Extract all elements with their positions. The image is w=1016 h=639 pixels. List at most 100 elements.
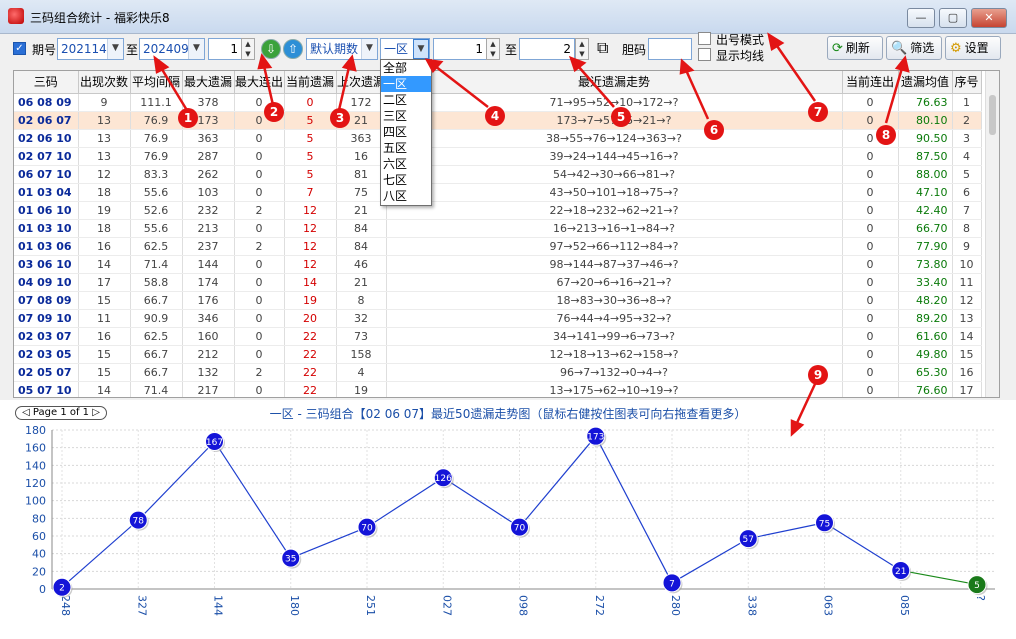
period-checkbox[interactable]: ✓ xyxy=(13,42,26,55)
table-row[interactable]: 07 09 10 11 90.9 346 0 20 32 76→44→4→95→32→? 0 89… xyxy=(14,309,982,328)
table-cell: 38→55→76→124→363→? xyxy=(386,129,843,148)
data-label: 21 xyxy=(895,567,906,577)
table-cell: 13 xyxy=(78,111,131,130)
copy-icon[interactable]: ⧉ xyxy=(597,39,617,59)
show-avg-checkbox[interactable] xyxy=(698,48,711,61)
range-from-input[interactable]: 1 xyxy=(433,38,487,60)
column-header[interactable]: 三码 xyxy=(14,71,79,94)
annotation-badge-4: 4 xyxy=(485,106,505,126)
dropdown-option[interactable]: 一区 xyxy=(381,76,431,92)
column-header[interactable]: 出现次数 xyxy=(78,71,131,94)
default-periods-select[interactable]: 默认期数 ▼ xyxy=(306,38,378,60)
dropdown-option[interactable]: 七区 xyxy=(381,172,431,188)
down-arrow-icon[interactable]: ⇩ xyxy=(261,39,281,59)
table-cell: 4 xyxy=(952,147,982,166)
chevron-down-icon[interactable]: ▼ xyxy=(361,39,377,59)
range-to-spinner[interactable]: ▲ ▼ xyxy=(575,38,589,60)
table-row[interactable]: 02 03 05 15 66.7 212 0 22 158 12→18→13→62→158→?… xyxy=(14,345,982,364)
table-cell: 84 xyxy=(336,219,387,238)
table-cell: 90.9 xyxy=(130,309,183,328)
table-cell: 0 xyxy=(842,165,899,184)
dropdown-option[interactable]: 全部 xyxy=(381,60,431,76)
table-cell: 5 xyxy=(952,165,982,184)
table-row[interactable]: 07 08 09 15 66.7 176 0 19 8 18→83→30→36→8→? 0 48.… xyxy=(14,291,982,310)
stats-table[interactable]: 三码 出现次数 平均间隔 最大遗漏 最大连出 当前遗漏 上次遗漏 最近遗漏走势 当前连出 遗漏均值… xyxy=(13,70,1000,398)
column-header[interactable]: 平均间隔 xyxy=(130,71,183,94)
table-cell: 0 xyxy=(234,129,285,148)
table-row[interactable]: 04 09 10 17 58.8 174 0 14 21 67→20→6→16→21→? 0 33… xyxy=(14,273,982,292)
table-cell: 73.80 xyxy=(898,255,953,274)
table-cell: 6 xyxy=(952,183,982,202)
table-cell: 0 xyxy=(842,237,899,256)
table-row[interactable]: 01 03 04 18 55.6 103 0 7 75 43→50→101→18→75→? 0 4… xyxy=(14,183,982,202)
table-row[interactable]: 02 03 07 16 62.5 160 0 22 73 34→141→99→6→73→? 0 6… xyxy=(14,327,982,346)
chevron-down-icon[interactable]: ▼ xyxy=(188,39,204,59)
range-to-input[interactable]: 2 xyxy=(519,38,575,60)
draw-mode-checkbox[interactable] xyxy=(698,32,711,45)
table-cell: 02 05 07 xyxy=(14,363,79,382)
dropdown-option[interactable]: 四区 xyxy=(381,124,431,140)
table-body: 06 08 09 9 111.1 378 0 0 172 71→95→52→10→172→? 0… xyxy=(14,93,982,397)
column-header[interactable]: 遗漏均值 xyxy=(898,71,953,94)
table-row[interactable]: 05 07 10 14 71.4 217 0 22 19 13→175→62→10→19→? 0… xyxy=(14,381,982,397)
column-header[interactable]: 最近遗漏走势 xyxy=(386,71,843,94)
table-cell: 76→44→4→95→32→? xyxy=(386,309,843,328)
step-input[interactable]: 1 xyxy=(208,38,242,60)
table-cell: 111.1 xyxy=(130,93,183,112)
table-cell: 81 xyxy=(336,165,387,184)
dropdown-option[interactable]: 二区 xyxy=(381,92,431,108)
chevron-down-icon[interactable]: ▼ xyxy=(107,39,123,59)
dropdown-option[interactable]: 三区 xyxy=(381,108,431,124)
filter-button[interactable]: 🔍 筛选 xyxy=(886,36,942,60)
table-cell: 103 xyxy=(182,183,235,202)
period-from-select[interactable]: 2021144 ▼ xyxy=(57,38,124,60)
column-header[interactable]: 序号 xyxy=(952,71,982,94)
table-cell: 42.40 xyxy=(898,201,953,220)
refresh-icon: ⟳ xyxy=(832,41,843,56)
minimize-button[interactable]: — xyxy=(907,8,935,28)
x-tick-label: ? xyxy=(974,595,987,601)
up-arrow-icon[interactable]: ⇧ xyxy=(283,39,303,59)
settings-button[interactable]: ⚙ 设置 xyxy=(945,36,1001,60)
table-cell: 80.10 xyxy=(898,111,953,130)
refresh-button[interactable]: ⟳ 刷新 xyxy=(827,36,883,60)
table-row[interactable]: 02 05 07 15 66.7 132 2 22 4 96→7→132→0→4→? 0 65.3… xyxy=(14,363,982,382)
y-tick-label: 180 xyxy=(25,424,46,437)
zone-select[interactable]: 一区 ▼ xyxy=(380,38,430,60)
table-row[interactable]: 01 03 10 18 55.6 213 0 12 84 16→213→16→1→84→? 0 6… xyxy=(14,219,982,238)
table-cell: 76.9 xyxy=(130,111,183,130)
column-header[interactable]: 最大遗漏 xyxy=(182,71,235,94)
vertical-scrollbar[interactable] xyxy=(985,71,999,397)
column-header[interactable]: 最大连出 xyxy=(234,71,285,94)
table-cell: 18 xyxy=(78,183,131,202)
gall-label: 胆码 xyxy=(622,43,647,57)
scrollbar-thumb[interactable] xyxy=(989,95,996,135)
gall-input[interactable] xyxy=(648,38,692,60)
column-header[interactable]: 当前遗漏 xyxy=(284,71,337,94)
table-row[interactable]: 02 07 10 13 76.9 287 0 5 16 39→24→144→45→16→? 0 8… xyxy=(14,147,982,166)
maximize-button[interactable]: ▢ xyxy=(939,8,967,28)
table-row[interactable]: 01 03 06 16 62.5 237 2 12 84 97→52→66→112→84→? 0… xyxy=(14,237,982,256)
step-spinner[interactable]: ▲ ▼ xyxy=(241,38,255,60)
annotation-badge-8: 8 xyxy=(876,125,896,145)
dropdown-option[interactable]: 五区 xyxy=(381,140,431,156)
zone-dropdown-list[interactable]: 全部 一区 二区 三区 四区 五区 六区 七区 八区 xyxy=(380,59,432,206)
table-row[interactable]: 01 06 10 19 52.6 232 2 12 21 22→18→232→62→21→? 0… xyxy=(14,201,982,220)
table-cell: 62.5 xyxy=(130,237,183,256)
range-from-spinner[interactable]: ▲ ▼ xyxy=(486,38,500,60)
column-header[interactable]: 当前连出 xyxy=(842,71,899,94)
table-row[interactable]: 06 07 10 12 83.3 262 0 5 81 54→42→30→66→81→? 0 88… xyxy=(14,165,982,184)
period-to-select[interactable]: 2024090 ▼ xyxy=(139,38,205,60)
table-cell: 0 xyxy=(234,381,285,397)
column-header[interactable]: 上次遗漏 xyxy=(336,71,387,94)
table-cell: 12 xyxy=(284,201,337,220)
close-button[interactable]: ✕ xyxy=(971,8,1007,28)
chevron-down-icon[interactable]: ▼ xyxy=(413,39,429,59)
table-row[interactable]: 02 06 10 13 76.9 363 0 5 363 38→55→76→124→363→?… xyxy=(14,129,982,148)
dropdown-option[interactable]: 六区 xyxy=(381,156,431,172)
table-row[interactable]: 03 06 10 14 71.4 144 0 12 46 98→144→87→37→46→? 0… xyxy=(14,255,982,274)
table-cell: 2 xyxy=(234,363,285,382)
data-label: 70 xyxy=(514,524,526,534)
table-cell: 176 xyxy=(182,291,235,310)
dropdown-option[interactable]: 八区 xyxy=(381,188,431,204)
